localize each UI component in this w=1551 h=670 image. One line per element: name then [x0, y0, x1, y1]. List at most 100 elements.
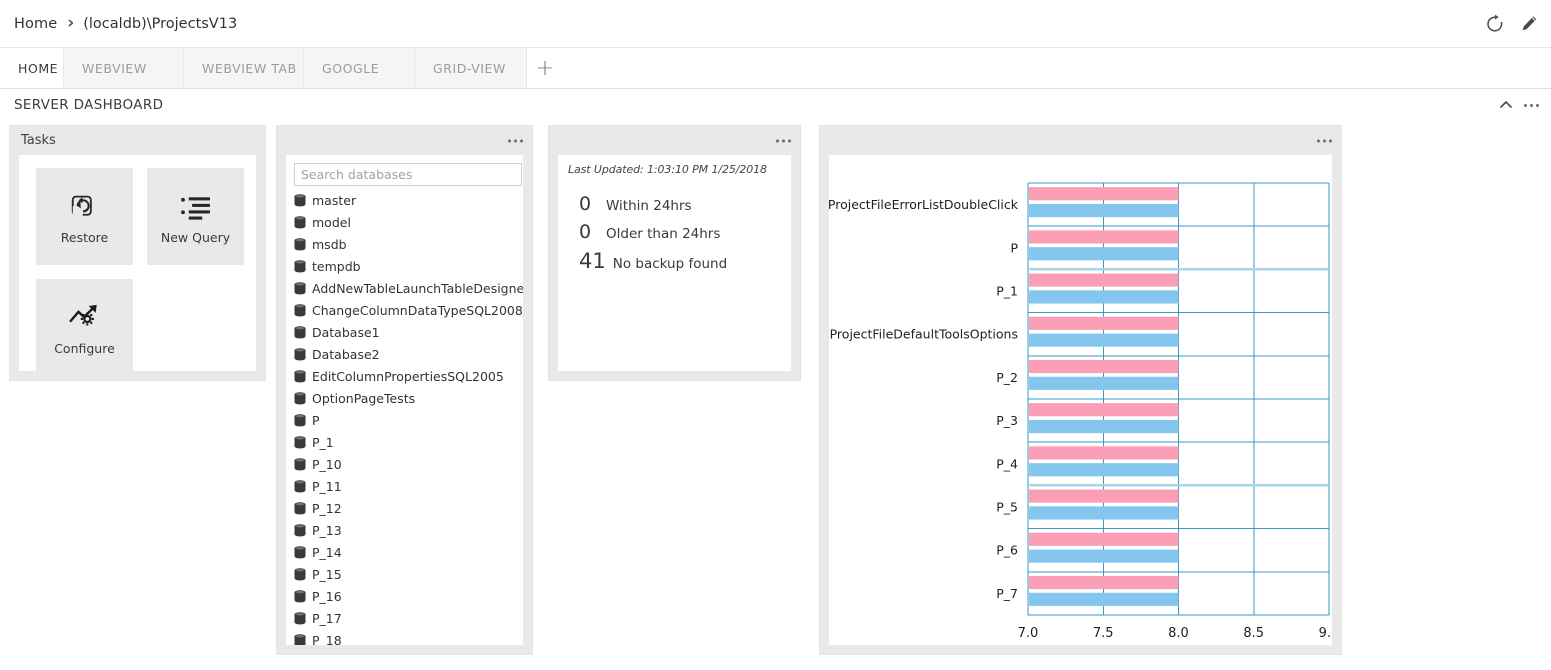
database-list-item[interactable]: msdb — [294, 233, 523, 255]
category-label: P_6 — [996, 543, 1018, 558]
tab-label: WEBVIEW TAB — [202, 60, 297, 76]
tab-webview[interactable]: WEBVIEW — [64, 48, 184, 88]
database-list-item[interactable]: P_13 — [294, 519, 523, 541]
tab-strip-filler — [563, 48, 1551, 88]
x-tick-label: 8.0 — [1168, 626, 1189, 641]
database-icon — [294, 413, 306, 426]
bar-blue — [1029, 506, 1179, 520]
tab-webview-tab[interactable]: WEBVIEW TAB — [184, 48, 304, 88]
bar-blue — [1029, 592, 1179, 606]
restore-button[interactable]: Restore — [36, 168, 133, 265]
tab-home[interactable]: HOME — [0, 48, 64, 88]
bar-blue — [1029, 247, 1179, 261]
database-list-item[interactable]: P — [294, 409, 523, 431]
database-list-item[interactable]: ChangeColumnDataTypeSQL2008 — [294, 299, 523, 321]
tab-google[interactable]: GOOGLE — [304, 48, 415, 88]
database-list: master model msdb tempdb AddNewTableLaun… — [294, 189, 523, 645]
category-label: P_5 — [996, 500, 1018, 515]
database-icon — [294, 281, 306, 294]
x-tick-label: 7.5 — [1093, 626, 1114, 641]
backup-label: Older than 24hrs — [606, 226, 721, 242]
category-label: P_4 — [996, 456, 1018, 471]
x-tick-label: 7.0 — [1018, 626, 1039, 641]
tile-tasks: Tasks Restore New Query Configure — [9, 125, 266, 381]
configure-button[interactable]: Configure — [36, 279, 133, 371]
database-list-item[interactable]: P_11 — [294, 475, 523, 497]
database-name: ChangeColumnDataTypeSQL2008 — [312, 302, 523, 318]
database-icon — [294, 325, 306, 338]
database-list-item[interactable]: model — [294, 211, 523, 233]
database-name: Database2 — [312, 346, 380, 362]
database-name: P_1 — [312, 434, 334, 450]
database-list-item[interactable]: P_14 — [294, 541, 523, 563]
new-query-label: New Query — [160, 230, 231, 245]
database-list-item[interactable]: P_12 — [294, 497, 523, 519]
tile-databases: master model msdb tempdb AddNewTableLaun… — [276, 125, 533, 655]
database-list-item[interactable]: P_10 — [294, 453, 523, 475]
search-databases-input[interactable] — [294, 163, 522, 186]
tile-chart-more-icon[interactable] — [1317, 139, 1332, 142]
refresh-icon[interactable] — [1485, 14, 1505, 34]
new-query-button[interactable]: New Query — [147, 168, 244, 265]
breadcrumb-separator-icon: › — [67, 13, 75, 33]
bar-pink — [1029, 316, 1179, 330]
category-label: P_7 — [996, 586, 1018, 601]
database-list-item[interactable]: AddNewTableLaunchTableDesignerS — [294, 277, 523, 299]
database-list-item[interactable]: tempdb — [294, 255, 523, 277]
tab-label: GRID-VIEW — [433, 60, 506, 76]
restore-icon — [69, 188, 100, 226]
bar-blue — [1029, 419, 1179, 434]
add-tab-button[interactable]: + — [527, 48, 563, 88]
restore-label: Restore — [60, 230, 109, 245]
ellipsis-icon[interactable] — [1524, 103, 1539, 107]
breadcrumb-current-item[interactable]: (localdb)\ProjectsV13 — [83, 16, 237, 32]
backup-count: 0 — [579, 193, 592, 215]
breadcrumb-home-link[interactable]: Home — [14, 16, 57, 32]
database-icon — [294, 479, 306, 492]
page-title: SERVER DASHBOARD — [14, 97, 164, 113]
configure-label: Configure — [54, 341, 115, 356]
database-list-item[interactable]: P_15 — [294, 563, 523, 585]
backup-label: Within 24hrs — [606, 198, 692, 214]
tab-strip: HOME WEBVIEW WEBVIEW TAB GOOGLE GRID-VIE… — [0, 48, 1551, 89]
database-list-item[interactable]: P_1 — [294, 431, 523, 453]
database-name: P_18 — [312, 632, 342, 646]
backup-summary-rows: 0 Within 24hrs 0 Older than 24hrs 41 No … — [568, 193, 791, 273]
database-list-item[interactable]: EditColumnPropertiesSQL2005 — [294, 365, 523, 387]
tab-label: HOME — [18, 60, 59, 76]
chevron-up-icon[interactable] — [1498, 97, 1514, 113]
backup-count: 0 — [579, 221, 592, 243]
database-icon — [294, 347, 306, 360]
tab-grid-view[interactable]: GRID-VIEW — [415, 48, 527, 88]
dashboard-title-row: SERVER DASHBOARD — [0, 89, 1551, 121]
backup-label: No backup found — [612, 256, 728, 272]
database-list-item[interactable]: P_18 — [294, 629, 523, 645]
database-list-item[interactable]: Database2 — [294, 343, 523, 365]
database-list-item[interactable]: Database1 — [294, 321, 523, 343]
database-name: master — [312, 192, 357, 208]
bar-chart-svg: ProjectFileErrorListDoubleClick P P_1 Proje… — [829, 182, 1332, 641]
database-list-item[interactable]: P_17 — [294, 607, 523, 629]
pencil-icon[interactable] — [1519, 14, 1539, 34]
backup-row: 41 No backup found — [579, 249, 791, 273]
backup-row: 0 Older than 24hrs — [579, 221, 791, 243]
database-name: model — [312, 214, 351, 230]
dashboard-actions — [1498, 89, 1539, 121]
breadcrumb-bar: Home › (localdb)\ProjectsV13 — [0, 0, 1551, 48]
tile-backup-header — [549, 126, 800, 155]
bar-pink — [1029, 446, 1179, 460]
tile-backup-more-icon[interactable] — [776, 139, 791, 142]
database-icon — [294, 435, 306, 448]
bar-pink — [1029, 187, 1179, 201]
database-list-item[interactable]: OptionPageTests — [294, 387, 523, 409]
database-icon — [294, 523, 306, 536]
tile-databases-more-icon[interactable] — [508, 139, 523, 142]
tile-chart-body: ProjectFileErrorListDoubleClick P P_1 Proje… — [829, 155, 1332, 645]
database-name: P_16 — [312, 588, 342, 604]
database-icon — [294, 391, 306, 404]
database-list-item[interactable]: P_16 — [294, 585, 523, 607]
task-button-grid: Restore New Query Configure — [36, 168, 246, 371]
bar-pink — [1029, 575, 1179, 590]
database-list-item[interactable]: master — [294, 189, 523, 211]
x-tick-label: 9.0 — [1319, 626, 1332, 641]
